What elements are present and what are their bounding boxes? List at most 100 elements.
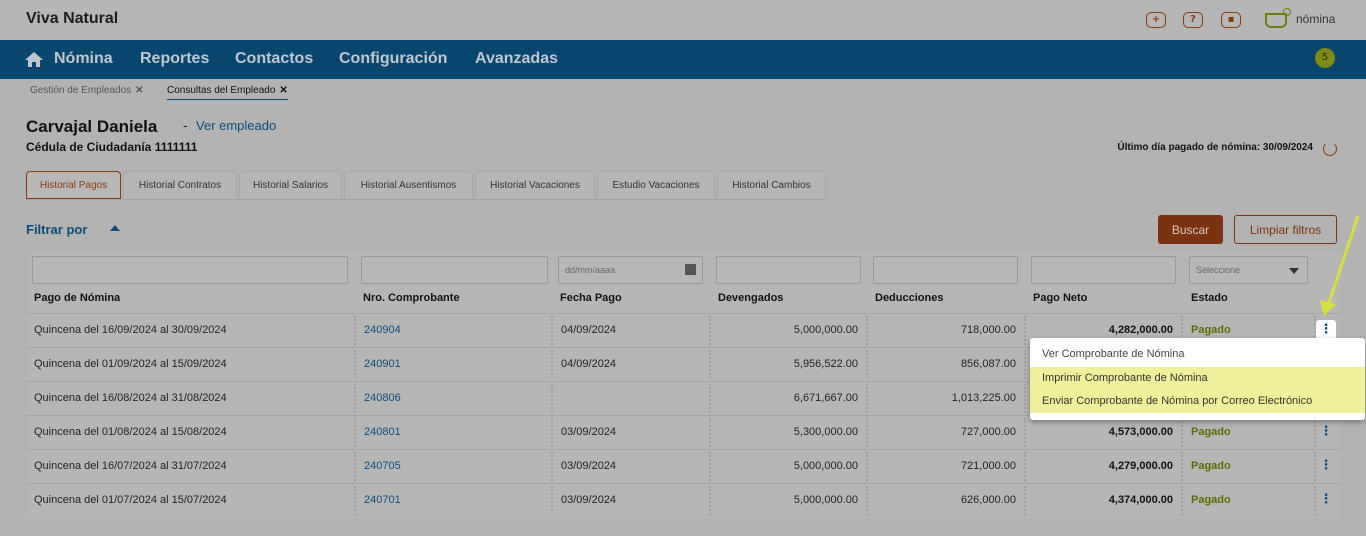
top-bar: Viva Natural + ? ▪ nómina (0, 0, 1366, 40)
tab-historial-salarios[interactable]: Historial Salarios (239, 171, 342, 199)
filter-estado-select[interactable]: Seleccione (1189, 256, 1308, 284)
cell-fecha-pago: 03/09/2024 (561, 460, 617, 472)
cell-pago-nomina: Quincena del 16/09/2024 al 30/09/2024 (34, 324, 227, 336)
filter-deducciones[interactable] (873, 256, 1018, 284)
cell-comprobante-link[interactable]: 240801 (364, 416, 401, 449)
search-button[interactable]: Buscar (1158, 215, 1223, 244)
cell-fecha-pago: 04/09/2024 (561, 358, 617, 370)
cell-comprobante-link[interactable]: 240901 (364, 348, 401, 381)
cell-deducciones: 727,000.00 (960, 426, 1016, 438)
title-separator: - (183, 119, 188, 134)
cell-devengados: 5,000,000.00 (793, 324, 858, 336)
menu-imprimir-comprobante[interactable]: Imprimir Comprobante de Nómina (1030, 367, 1365, 390)
col-header-deducciones[interactable]: Deducciones (875, 292, 943, 304)
cell-pago-nomina: Quincena del 16/07/2024 al 31/07/2024 (34, 460, 227, 472)
view-employee-link[interactable]: Ver empleado (196, 118, 276, 133)
filter-pago-nomina[interactable] (32, 256, 348, 284)
cell-comprobante-link[interactable]: 240705 (364, 450, 401, 483)
app-name: nómina (1296, 12, 1336, 26)
last-paid-date: Último día pagado de nómina: 30/09/2024 (1117, 142, 1313, 153)
row-actions-menu-icon[interactable]: ⋮ (1316, 490, 1336, 510)
filter-fecha-pago[interactable]: dd/mm/aaaa (558, 256, 703, 284)
cell-pago-nomina: Quincena del 01/07/2024 al 15/07/2024 (34, 494, 227, 506)
tab-historial-cambios[interactable]: Historial Cambios (717, 171, 826, 199)
filter-pago-neto[interactable] (1031, 256, 1176, 284)
cell-pago-nomina: Quincena del 01/08/2024 al 15/08/2024 (34, 426, 227, 438)
cell-devengados: 5,956,522.00 (793, 358, 858, 370)
cell-devengados: 5,300,000.00 (793, 426, 858, 438)
status-badge: Pagado (1191, 460, 1231, 472)
col-header-pago-neto[interactable]: Pago Neto (1033, 292, 1087, 304)
status-badge: Pagado (1191, 426, 1231, 438)
close-icon[interactable]: ✕ (135, 85, 143, 96)
row-actions-menu-icon[interactable]: ⋮ (1316, 456, 1336, 476)
col-header-estado[interactable]: Estado (1191, 292, 1228, 304)
nav-reportes[interactable]: Reportes (140, 50, 209, 68)
status-badge: Pagado (1191, 494, 1231, 506)
cell-pago-neto: 4,573,000.00 (1108, 426, 1173, 438)
crumb-consultas-empleado[interactable]: Consultas del Empleado ✕ (167, 85, 288, 100)
tab-historial-vacaciones[interactable]: Historial Vacaciones (475, 171, 595, 199)
notification-badge[interactable]: 5 (1315, 48, 1335, 68)
filter-toggle[interactable]: Filtrar por (26, 222, 87, 237)
cell-pago-nomina: Quincena del 01/09/2024 al 15/09/2024 (34, 358, 227, 370)
cell-deducciones: 721,000.00 (960, 460, 1016, 472)
filter-comprobante[interactable] (361, 256, 548, 284)
tab-historial-ausentismos[interactable]: Historial Ausentismos (344, 171, 473, 199)
menu-enviar-comprobante[interactable]: Enviar Comprobante de Nómina por Correo … (1030, 390, 1365, 413)
cell-pago-nomina: Quincena del 16/08/2024 al 31/08/2024 (34, 392, 227, 404)
date-placeholder: dd/mm/aaaa (565, 265, 616, 275)
tab-historial-contratos[interactable]: Historial Contratos (123, 171, 237, 199)
calendar-icon[interactable] (685, 264, 696, 275)
home-icon[interactable] (25, 52, 43, 67)
filter-devengados[interactable] (716, 256, 861, 284)
nav-contactos[interactable]: Contactos (235, 50, 313, 68)
cell-devengados: 5,000,000.00 (793, 494, 858, 506)
crumb-label: Gestión de Empleados (30, 85, 132, 96)
cell-fecha-pago: 03/09/2024 (561, 494, 617, 506)
cell-comprobante-link[interactable]: 240806 (364, 382, 401, 415)
cell-comprobante-link[interactable]: 240904 (364, 314, 401, 347)
menu-ver-comprobante[interactable]: Ver Comprobante de Nómina (1030, 343, 1365, 366)
user-icon[interactable]: ▪ (1221, 12, 1241, 28)
tabs-divider (26, 199, 826, 200)
employee-id: Cédula de Ciudadanía 1111111 (26, 140, 198, 154)
tab-historial-pagos[interactable]: Historial Pagos (26, 171, 121, 199)
row-actions-dropdown: Ver Comprobante de Nómina Imprimir Compr… (1030, 338, 1365, 420)
tab-estudio-vacaciones[interactable]: Estudio Vacaciones (597, 171, 715, 199)
cell-fecha-pago: 03/09/2024 (561, 426, 617, 438)
plus-icon[interactable]: + (1146, 12, 1166, 28)
cell-pago-neto: 4,279,000.00 (1108, 460, 1173, 472)
cell-deducciones: 1,013,225.00 (951, 392, 1016, 404)
nav-nomina[interactable]: Nómina (54, 50, 113, 68)
col-header-devengados[interactable]: Devengados (718, 292, 783, 304)
table-row: Quincena del 01/07/2024 al 15/07/2024 24… (26, 483, 1341, 517)
company-name: Viva Natural (26, 10, 119, 27)
col-header-comprobante[interactable]: Nro. Comprobante (363, 292, 460, 304)
crumb-label: Consultas del Empleado (167, 85, 276, 96)
cell-devengados: 5,000,000.00 (793, 460, 858, 472)
cell-comprobante-link[interactable]: 240701 (364, 484, 401, 517)
cell-deducciones: 718,000.00 (960, 324, 1016, 336)
col-header-fecha-pago[interactable]: Fecha Pago (560, 292, 622, 304)
cell-fecha-pago: 04/09/2024 (561, 324, 617, 336)
nav-avanzadas[interactable]: Avanzadas (475, 50, 558, 68)
row-actions-menu-icon[interactable]: ⋮ (1316, 422, 1336, 442)
close-icon[interactable]: ✕ (279, 85, 287, 96)
col-header-pago-nomina[interactable]: Pago de Nómina (34, 292, 120, 304)
table-row: Quincena del 01/08/2024 al 15/08/2024 24… (26, 415, 1341, 449)
row-actions-menu-icon[interactable]: ⋮ (1316, 320, 1336, 340)
app-logo-icon (1265, 8, 1291, 28)
employee-name: Carvajal Daniela (26, 117, 158, 136)
chevron-up-icon[interactable] (110, 225, 120, 231)
cell-deducciones: 626,000.00 (960, 494, 1016, 506)
nav-configuracion[interactable]: Configuración (339, 50, 447, 68)
crumb-gestion-empleados[interactable]: Gestión de Empleados ✕ (30, 85, 144, 99)
cell-devengados: 6,671,667.00 (793, 392, 858, 404)
pointer-arrow (1320, 215, 1360, 316)
cell-deducciones: 856,087.00 (960, 358, 1016, 370)
main-nav: Nómina Reportes Contactos Configuración … (0, 40, 1366, 79)
cell-pago-neto: 4,374,000.00 (1108, 494, 1173, 506)
help-icon[interactable]: ? (1183, 12, 1203, 28)
refresh-icon[interactable] (1323, 142, 1337, 156)
